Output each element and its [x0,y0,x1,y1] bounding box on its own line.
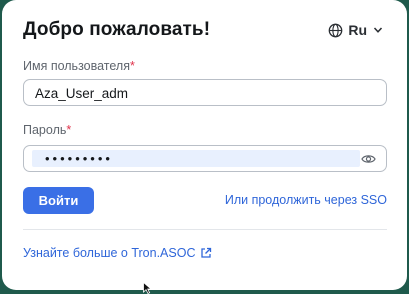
divider [23,229,387,230]
eye-icon[interactable] [361,153,376,165]
required-mark: * [129,59,135,73]
login-card: Добро пожаловать! Ru Имя пользователя* A… [2,0,407,290]
password-label: Пароль* [23,123,72,137]
username-label: Имя пользователя* [23,59,135,73]
mouse-cursor-icon [143,282,152,294]
login-button[interactable]: Войти [23,187,94,214]
username-value: Aza_User_adm [35,86,129,101]
learn-more-label: Узнайте больше о Tron.ASOC [23,246,196,260]
sso-link[interactable]: Или продолжить через SSO [225,193,387,207]
globe-icon [328,23,343,37]
password-input[interactable]: ••••••••• [23,145,387,172]
external-link-icon [201,247,212,258]
password-value: ••••••••• [45,151,113,166]
chevron-down-icon [373,27,383,33]
learn-more-link[interactable]: Узнайте больше о Tron.ASOC [23,246,212,260]
required-mark: * [66,123,72,137]
language-selector[interactable]: Ru [328,22,383,38]
username-input[interactable]: Aza_User_adm [23,79,387,106]
password-autofill-highlight: ••••••••• [32,150,360,167]
language-label: Ru [348,22,367,38]
page-title: Добро пожаловать! [23,19,211,40]
